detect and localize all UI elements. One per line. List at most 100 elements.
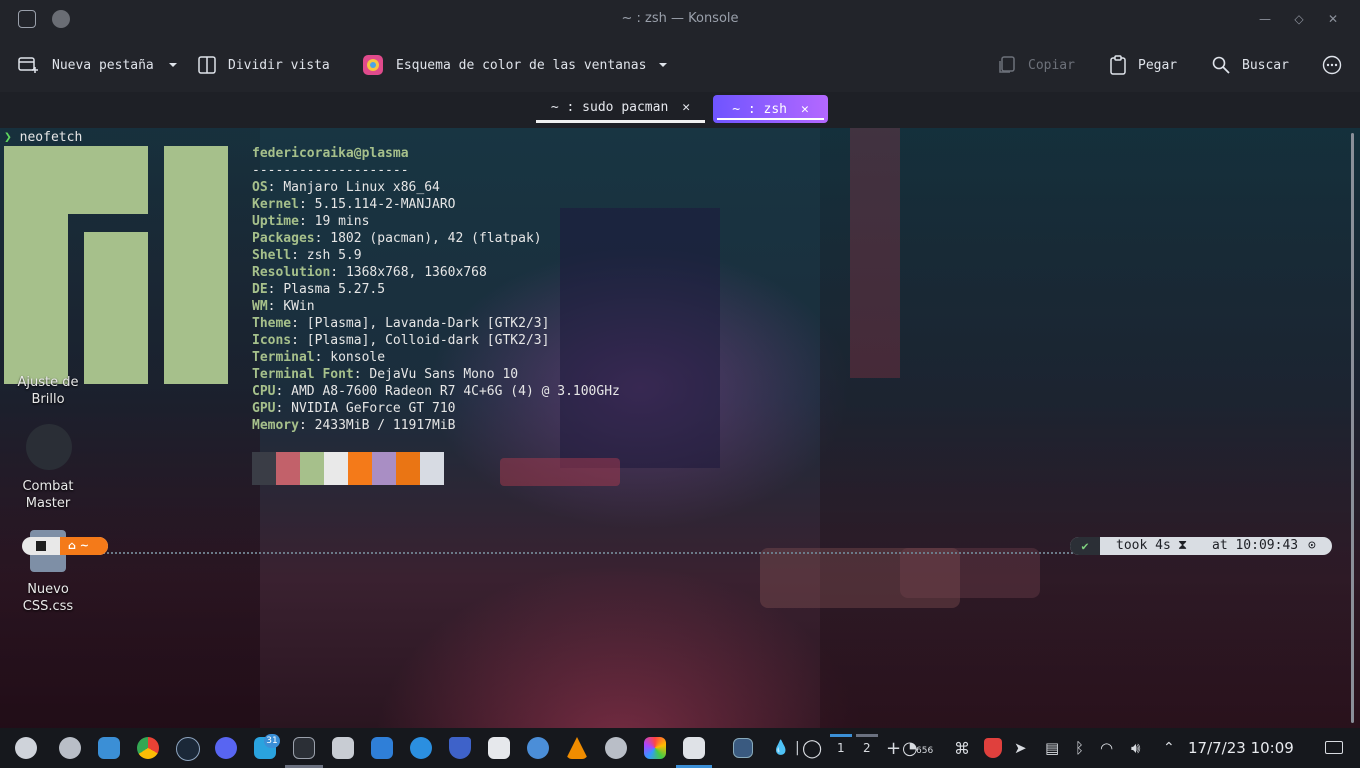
color-swatch xyxy=(324,452,348,485)
split-view-label: Dividir vista xyxy=(228,57,330,73)
new-tab-dropdown-button[interactable] xyxy=(168,38,178,92)
color-swatch xyxy=(276,452,300,485)
wallpaper-car xyxy=(900,548,1040,598)
active-desktop-indicator xyxy=(830,734,852,737)
close-icon[interactable]: ✕ xyxy=(1324,10,1342,28)
desktop-indicator xyxy=(856,734,878,737)
chevron-down-icon xyxy=(659,63,668,67)
screenshot-icon[interactable] xyxy=(683,737,705,759)
at-time: at 10:09:43 xyxy=(1212,538,1299,553)
clock[interactable]: 17/7/23 10:09 xyxy=(1188,728,1294,768)
command-line: ❯ neofetch xyxy=(4,130,82,145)
kvantum-icon[interactable] xyxy=(332,737,354,759)
tray-drop-icon[interactable]: 💧 xyxy=(772,728,789,768)
command-key-icon[interactable]: ⌘ xyxy=(954,728,970,768)
konsole-task-icon[interactable] xyxy=(293,737,315,759)
terminal-view[interactable]: ❯ neofetch federicoraika@plasma --------… xyxy=(0,128,1360,728)
prompt-dir-segment: ⌂ ~ xyxy=(60,537,108,555)
manjaro-logo-middle xyxy=(84,232,148,384)
color-swatch xyxy=(372,452,396,485)
combat-master-icon xyxy=(26,424,72,470)
color-swatch xyxy=(252,452,276,485)
app-launcher-icon[interactable] xyxy=(15,737,37,759)
add-icon[interactable]: + xyxy=(886,728,901,768)
chevron-up-icon[interactable]: ⌃ xyxy=(1163,728,1175,768)
desktop-overview-icon[interactable] xyxy=(733,738,753,758)
tab-sudo-pacman[interactable]: ~ : sudo pacman ✕ xyxy=(536,95,705,123)
security-shield-icon[interactable] xyxy=(984,738,1002,758)
desktop-icon-combat-master[interactable]: Combat Master xyxy=(2,478,94,512)
info-key: Kernel xyxy=(252,197,299,212)
cloud-app-icon[interactable] xyxy=(527,737,549,759)
window-title: ~ : zsh — Konsole xyxy=(621,11,739,26)
steam-icon[interactable] xyxy=(176,737,200,761)
accessibility-icon[interactable] xyxy=(371,737,393,759)
info-key: Resolution xyxy=(252,265,331,280)
terminal-scrollbar[interactable] xyxy=(1351,133,1354,723)
manjaro-logo-right xyxy=(164,146,228,384)
tray-circle-icon[interactable]: ◯ xyxy=(802,728,822,768)
system-monitor-icon[interactable] xyxy=(488,737,510,759)
tab-zsh[interactable]: ~ : zsh ✕ xyxy=(713,95,828,123)
tab-label: ~ : sudo pacman xyxy=(550,100,669,115)
info-value: NVIDIA GeForce GT 710 xyxy=(291,401,456,416)
info-key: OS xyxy=(252,180,268,195)
telegram-tray-icon[interactable]: ➤ xyxy=(1014,728,1027,768)
wallpaper-red-sign xyxy=(850,128,900,378)
close-tab-icon[interactable]: ✕ xyxy=(801,102,809,117)
search-icon xyxy=(1212,56,1230,74)
close-tab-icon[interactable]: ✕ xyxy=(682,100,690,115)
copy-button[interactable]: Copiar xyxy=(998,38,1075,92)
info-key: Packages xyxy=(252,231,315,246)
manjaro-logo-left xyxy=(4,214,68,384)
download-icon[interactable] xyxy=(410,737,432,759)
info-value: 19 mins xyxy=(314,214,370,229)
info-value: 1368x768, 1360x768 xyxy=(345,265,487,280)
clock-icon: ⊙ xyxy=(1308,538,1316,553)
desktop-2-label: 2 xyxy=(863,741,871,755)
system-settings-icon[interactable] xyxy=(605,737,627,759)
check-icon: ✔ xyxy=(1070,537,1100,555)
new-tab-label: Nueva pestaña xyxy=(52,57,154,73)
file-manager-icon[interactable] xyxy=(98,737,120,759)
volume-icon[interactable]: 🔊︎ xyxy=(1131,728,1140,768)
info-value: AMD A8-7600 Radeon R7 4C+6G (4) @ 3.100G… xyxy=(291,384,620,399)
shield-app-icon[interactable] xyxy=(449,737,471,759)
prompt-segment-right: ✔ took 4s ⧗ at 10:09:43 ⊙ xyxy=(1070,537,1332,555)
desktop-icon-label: Nuevo CSS.css xyxy=(22,582,74,614)
prompt-arrow: ❯ xyxy=(4,130,12,145)
find-button[interactable]: Buscar xyxy=(1212,38,1289,92)
show-desktop-icon[interactable] xyxy=(1325,741,1343,754)
settings-app-icon[interactable] xyxy=(59,737,81,759)
color-scheme-label: Esquema de color de las ventanas xyxy=(396,57,647,73)
taskbar: 31 💧 | ◯ 1 2 + ◔ 656 ⌘ ➤ ▤ ᛒ ◠ 🔊︎ ⌃ 17/7… xyxy=(0,728,1360,768)
paste-button[interactable]: Pegar xyxy=(1110,38,1177,92)
info-value: [Plasma], Lavanda-Dark [GTK2/3] xyxy=(306,316,550,331)
photos-icon[interactable] xyxy=(644,737,666,759)
new-tab-button[interactable]: Nueva pestaña xyxy=(18,38,154,92)
network-icon[interactable]: ◠ xyxy=(1100,728,1113,768)
wallpaper-right-buildings xyxy=(820,128,1360,728)
maximize-icon[interactable]: ◇ xyxy=(1290,10,1308,28)
info-value: 2433MiB / 11917MiB xyxy=(314,418,456,433)
clipboard-icon[interactable]: ▤ xyxy=(1045,728,1059,768)
bluetooth-icon[interactable]: ᛒ xyxy=(1075,728,1084,768)
chrome-icon[interactable] xyxy=(137,737,159,759)
info-key: CPU xyxy=(252,384,276,399)
user-host: federicoraika@plasma xyxy=(252,146,409,161)
minimize-icon[interactable]: — xyxy=(1256,10,1274,28)
info-value: 5.15.114-2-MANJARO xyxy=(314,197,456,212)
discord-icon[interactable] xyxy=(215,737,237,759)
more-menu-button[interactable] xyxy=(1322,38,1342,92)
desktop-icon-ajuste-brillo[interactable]: Ajuste de Brillo xyxy=(2,374,94,408)
info-value: zsh 5.9 xyxy=(306,248,362,263)
wallpaper-neon-characters xyxy=(1030,138,1080,338)
desktop-icon-nuevo-css[interactable]: Nuevo CSS.css xyxy=(2,581,94,615)
color-scheme-button[interactable]: Esquema de color de las ventanas xyxy=(362,38,668,92)
info-key: Theme xyxy=(252,316,292,331)
split-view-button[interactable]: Dividir vista xyxy=(198,38,330,92)
color-swatch xyxy=(348,452,372,485)
info-key: Uptime xyxy=(252,214,299,229)
vlc-icon[interactable] xyxy=(566,737,588,759)
chevron-down-icon xyxy=(169,63,177,67)
